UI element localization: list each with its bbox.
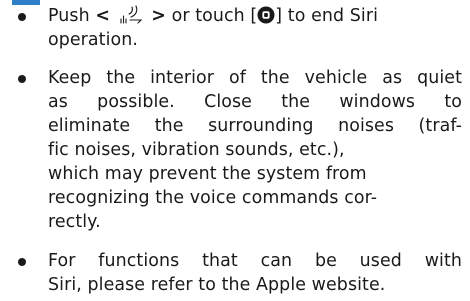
end-siri-text: ] to end Siri <box>275 6 379 26</box>
text-line: rectly. <box>48 212 101 232</box>
end-session-button-icon <box>257 6 275 24</box>
text-line: Push < > or touch [] to end Siri <box>48 4 462 28</box>
bullet-dot <box>18 13 26 21</box>
text-line: recognizing the voice commands cor- <box>48 188 378 208</box>
list-item-end-siri: Push < > or touch [] to end Siri operat… <box>0 4 470 52</box>
text-line: eliminate the surrounding noises (traf- <box>48 116 462 136</box>
touch-text: or touch [ <box>171 6 258 26</box>
text-line: fic noises, vibration sounds, etc.), <box>48 140 345 160</box>
text-line: Keep the interior of the vehicle as quie… <box>48 68 462 88</box>
right-chevron: > <box>151 6 166 26</box>
push-text: Push <box>48 6 90 26</box>
text-line: as possible. Close the windows to <box>48 92 462 112</box>
text-line: operation. <box>48 30 139 50</box>
list-item-quiet-interior: Keep the interior of the vehicle as quie… <box>0 66 470 234</box>
list-item-apple-website: For functions that can be used with Siri… <box>0 249 470 297</box>
text-line: Siri, please refer to the Apple website. <box>48 275 386 295</box>
text-line: which may prevent the system from <box>48 164 367 184</box>
bullet-dot <box>18 258 26 266</box>
text-line: For functions that can be used with <box>48 251 462 271</box>
steering-switch-voice-icon <box>119 5 143 25</box>
bullet-dot <box>18 75 26 83</box>
left-chevron: < <box>95 6 110 26</box>
instruction-list: Push < > or touch [] to end Siri operat… <box>0 0 470 297</box>
